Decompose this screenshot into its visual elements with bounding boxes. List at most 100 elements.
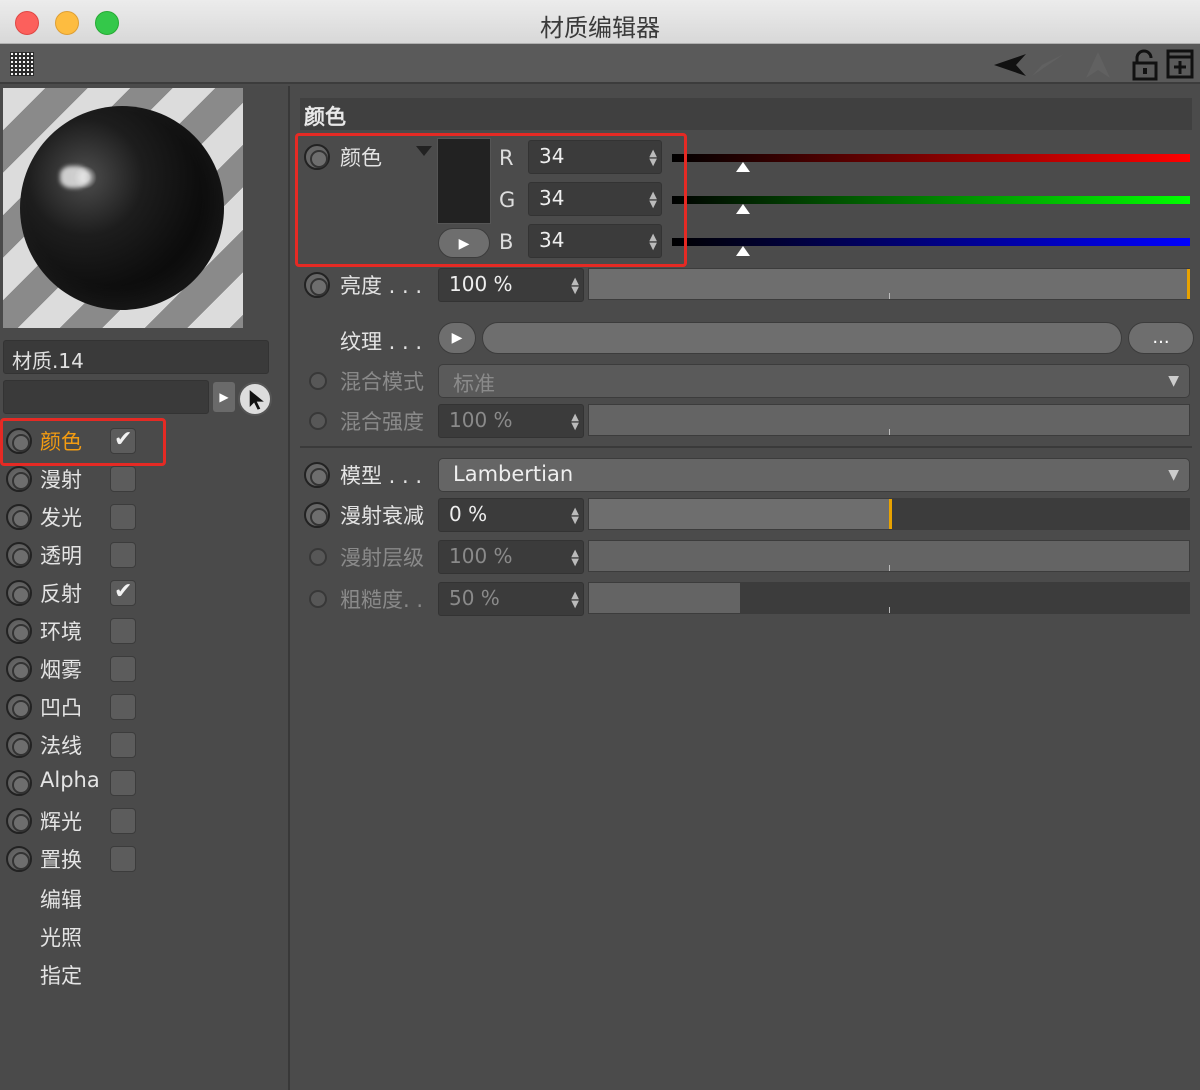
channel-label: 辉光 [40, 810, 82, 834]
material-link-field[interactable] [3, 380, 209, 414]
channel-enable-checkbox[interactable] [110, 656, 136, 682]
sidebar-item-displacement[interactable]: 置换 [0, 840, 280, 878]
diffuse-falloff-radio[interactable] [304, 502, 330, 528]
attribute-panel: 颜色 颜色 ▶ R 34 ▲ ▼ G 34 ▲ ▼ B 34 ▲ ▼ 亮度 . … [292, 86, 1200, 1090]
diffuse-falloff-field[interactable]: 0 % ▲ ▼ [438, 498, 584, 532]
sidebar-item-glow[interactable]: 辉光 [0, 802, 280, 840]
brightness-label: 亮度 . . . [340, 274, 423, 298]
brightness-value: 100 % [449, 272, 513, 296]
model-dropdown[interactable]: Lambertian ▼ [438, 458, 1190, 492]
blend-strength-value: 100 % [449, 408, 513, 432]
section-header-color: 颜色 [300, 98, 1192, 130]
blend-strength-label: 混合强度 [340, 410, 424, 434]
brightness-field[interactable]: 100 % ▲ ▼ [438, 268, 584, 302]
channel-label: 发光 [40, 506, 82, 530]
diffuse-falloff-spinner-icon[interactable]: ▲ ▼ [571, 507, 579, 526]
channel-radio[interactable] [6, 694, 32, 720]
brightness-row: 亮度 . . . 100 % ▲ ▼ [292, 266, 1200, 304]
channel-enable-checkbox[interactable] [110, 618, 136, 644]
channel-enable-checkbox[interactable] [110, 466, 136, 492]
channel-label: 法线 [40, 734, 82, 758]
channel-radio[interactable] [6, 542, 32, 568]
roughness-label: 粗糙度. . [340, 588, 424, 612]
roughness-slider[interactable] [588, 582, 1190, 614]
material-play-button[interactable]: ▶ [213, 382, 235, 412]
diffuse-level-radio[interactable] [309, 548, 327, 566]
blend-mode-radio[interactable] [309, 372, 327, 390]
channel-radio[interactable] [6, 770, 32, 796]
blend-strength-field[interactable]: 100 % ▲ ▼ [438, 404, 584, 438]
channel-radio[interactable] [6, 504, 32, 530]
channel-enable-checkbox[interactable] [110, 808, 136, 834]
brightness-animate-radio[interactable] [304, 272, 330, 298]
model-value: Lambertian [453, 462, 574, 486]
preview-sphere [20, 106, 224, 310]
blend-strength-radio[interactable] [309, 412, 327, 430]
sidebar-item-luminance[interactable]: 发光 [0, 498, 280, 536]
channel-radio[interactable] [6, 580, 32, 606]
channel-label: Alpha [40, 768, 100, 792]
g-slider-knob[interactable] [736, 204, 750, 214]
back-arrow-icon[interactable] [992, 50, 1028, 80]
r-color-slider[interactable] [672, 154, 1190, 162]
chevron-down-icon: ▼ [1168, 373, 1179, 389]
channel-radio[interactable] [6, 656, 32, 682]
roughness-row: 粗糙度. . 50 % ▲ ▼ [292, 580, 1200, 618]
up-arrow-icon[interactable] [1080, 50, 1116, 80]
sidebar-item-fog[interactable]: 烟雾 [0, 650, 280, 688]
sidebar-item-assign[interactable]: 指定 [40, 960, 82, 990]
brightness-spinner-icon[interactable]: ▲ ▼ [571, 277, 579, 296]
blend-strength-spinner-icon[interactable]: ▲ ▼ [571, 413, 579, 432]
sidebar-item-bump[interactable]: 凹凸 [0, 688, 280, 726]
material-name-field[interactable]: 材质.14 [3, 340, 269, 374]
channel-enable-checkbox[interactable] [110, 770, 136, 796]
roughness-radio[interactable] [309, 590, 327, 608]
channel-radio[interactable] [6, 846, 32, 872]
sidebar-item-alpha[interactable]: Alpha [0, 764, 280, 802]
diffuse-level-slider[interactable] [588, 540, 1190, 572]
texture-menu-button[interactable]: ▶ [438, 322, 476, 354]
texture-slot[interactable] [482, 322, 1122, 354]
channel-enable-checkbox[interactable] [110, 732, 136, 758]
material-preview[interactable] [3, 88, 243, 328]
roughness-spinner-icon[interactable]: ▲ ▼ [571, 591, 579, 610]
channel-enable-checkbox[interactable] [110, 694, 136, 720]
model-animate-radio[interactable] [304, 462, 330, 488]
roughness-field[interactable]: 50 % ▲ ▼ [438, 582, 584, 616]
channel-label: 置换 [40, 848, 82, 872]
channel-radio[interactable] [6, 466, 32, 492]
channel-enable-checkbox[interactable] [110, 579, 136, 606]
b-color-slider[interactable] [672, 238, 1190, 246]
sidebar-item-transparency[interactable]: 透明 [0, 536, 280, 574]
sidebar-item-normal[interactable]: 法线 [0, 726, 280, 764]
channel-radio[interactable] [6, 808, 32, 834]
blend-strength-row: 混合强度 100 % ▲ ▼ [292, 402, 1200, 440]
blend-mode-label: 混合模式 [340, 370, 424, 394]
roughness-value: 50 % [449, 586, 500, 610]
diffuse-level-spinner-icon[interactable]: ▲ ▼ [571, 549, 579, 568]
sidebar-item-environment[interactable]: 环境 [0, 612, 280, 650]
diffuse-level-field[interactable]: 100 % ▲ ▼ [438, 540, 584, 574]
menu-grid-icon[interactable] [10, 52, 34, 76]
channel-enable-checkbox[interactable] [110, 542, 136, 568]
diffuse-falloff-slider[interactable] [588, 498, 1190, 530]
highlight-color-values [295, 133, 687, 267]
forward-arrow-icon[interactable] [1030, 50, 1066, 80]
sidebar-item-reflectance[interactable]: 反射 [0, 574, 280, 612]
new-window-icon[interactable] [1166, 49, 1194, 79]
lock-icon[interactable] [1131, 49, 1159, 81]
b-slider-knob[interactable] [736, 246, 750, 256]
g-color-slider[interactable] [672, 196, 1190, 204]
channel-radio[interactable] [6, 732, 32, 758]
sidebar-item-lighting[interactable]: 光照 [40, 922, 82, 952]
blend-strength-slider[interactable] [588, 404, 1190, 436]
brightness-slider[interactable] [588, 268, 1190, 300]
sidebar-item-edit[interactable]: 编辑 [40, 884, 82, 914]
blend-mode-dropdown[interactable]: 标准 ▼ [438, 364, 1190, 398]
pick-cursor-icon[interactable] [238, 382, 272, 416]
texture-browse-button[interactable]: ... [1128, 322, 1194, 354]
r-slider-knob[interactable] [736, 162, 750, 172]
channel-enable-checkbox[interactable] [110, 504, 136, 530]
channel-enable-checkbox[interactable] [110, 846, 136, 872]
channel-radio[interactable] [6, 618, 32, 644]
